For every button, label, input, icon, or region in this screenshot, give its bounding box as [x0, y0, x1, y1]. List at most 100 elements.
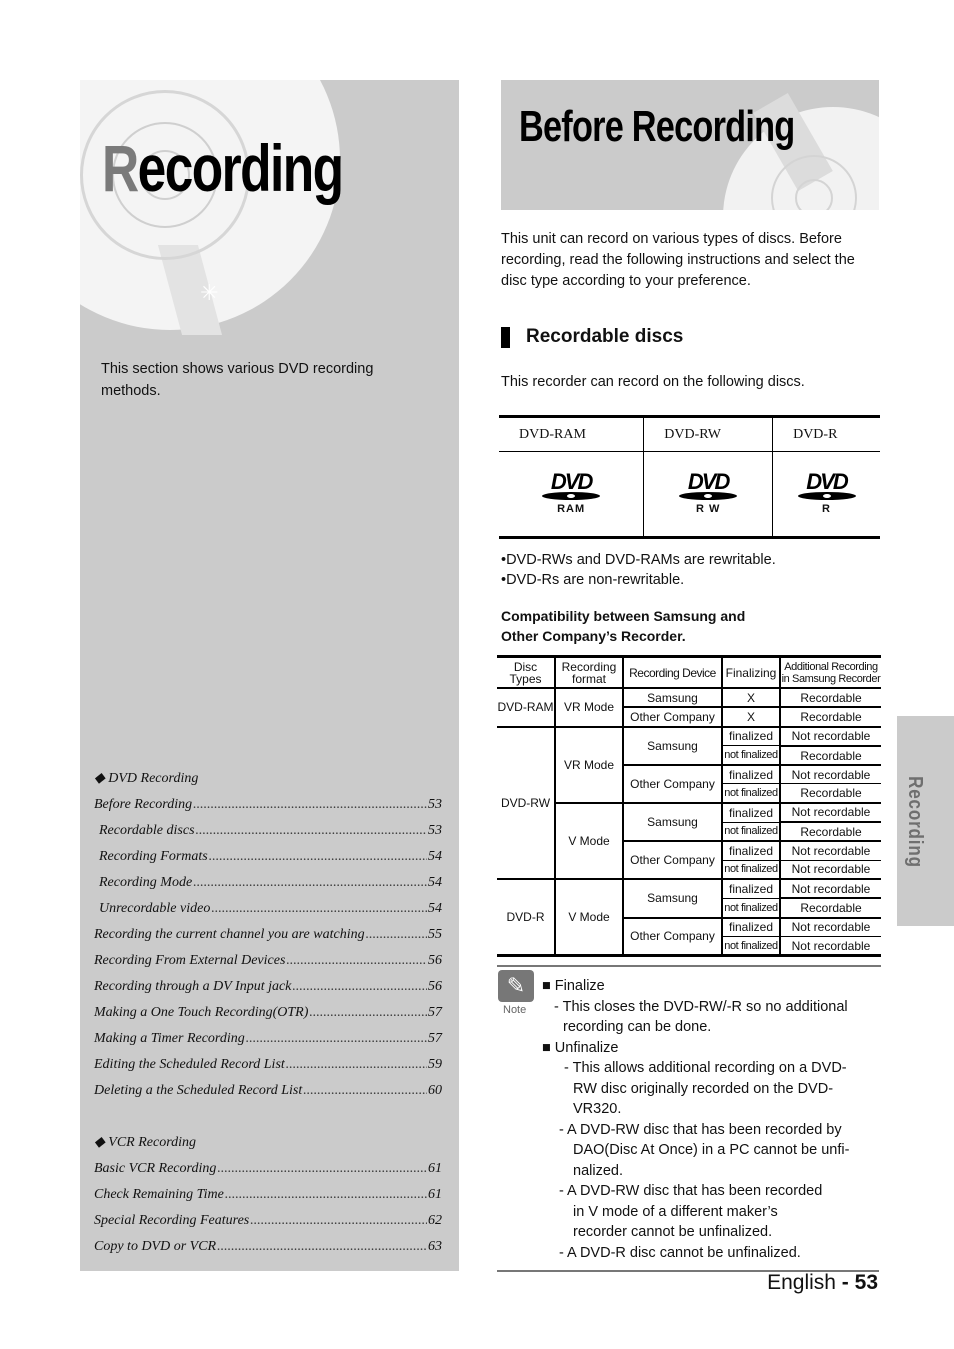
toc-leader-dots — [246, 1026, 427, 1052]
section-header-banner: Before Recording — [501, 80, 879, 210]
toc-entry[interactable]: Editing the Scheduled Record List 59 — [94, 1052, 442, 1078]
finalizing-value: finalized — [721, 878, 780, 899]
result-value: Not recordable — [779, 726, 881, 747]
col-additional-recording: Additional Recording in Samsung Recorder — [779, 656, 881, 689]
dvd-ram-logo-icon: DVD RAM — [542, 470, 601, 515]
side-tab-recording: Recording — [897, 716, 954, 926]
toc-entry-title: Check Remaining Time — [94, 1187, 224, 1202]
toc-leader-dots — [209, 844, 427, 870]
toc-entry[interactable]: Making a One Touch Recording(OTR) 57 — [94, 1000, 442, 1026]
toc-entry-page: 53 — [428, 823, 442, 838]
toc-entry[interactable]: Recording From External Devices 56 — [94, 948, 442, 974]
toc-entry-title: Making a Timer Recording — [94, 1031, 245, 1046]
toc-entry-page: 62 — [428, 1213, 442, 1228]
device-samsung: Samsung — [622, 688, 722, 709]
finalizing-value: not finalized — [721, 822, 780, 843]
note-divider — [497, 965, 881, 967]
disc-dvd-ram: DVD-RAM — [497, 688, 555, 728]
page-intro: This unit can record on various types of… — [501, 231, 855, 289]
note-body: ■ Finalize - This closes the DVD-RW/-R s… — [542, 978, 850, 1261]
finalizing-value: not finalized — [721, 898, 780, 919]
result-value: Not recordable — [779, 917, 881, 937]
finalizing-value: not finalized — [721, 745, 780, 767]
result-value: Recordable — [779, 783, 881, 804]
format-vr-mode: VR Mode — [554, 688, 623, 728]
toc-entry-page: 54 — [428, 849, 442, 864]
device-other: Other Company — [622, 765, 722, 804]
toc-leader-dots — [366, 922, 427, 948]
result-value: Not recordable — [779, 802, 881, 824]
toc-leader-dots — [292, 974, 427, 1000]
toc-leader-dots — [196, 818, 427, 844]
toc-entry-page: 54 — [428, 901, 442, 916]
toc-entry-title: Recording From External Devices — [94, 953, 286, 968]
format-v-mode: V Mode — [554, 878, 623, 956]
toc-entry-title: Before Recording — [94, 797, 193, 812]
toc-leader-dots — [217, 1156, 427, 1182]
pencil-note-icon: ✎ — [498, 970, 534, 1002]
chapter-title: Recording — [102, 131, 344, 205]
toc-entry-page: 55 — [428, 927, 442, 942]
toc-leader-dots — [217, 1234, 427, 1260]
heading-bar-icon — [501, 326, 510, 348]
toc-entry[interactable]: Copy to DVD or VCR 63 — [94, 1234, 442, 1260]
toc-entry-page: 59 — [428, 1057, 442, 1072]
device-samsung: Samsung — [622, 726, 722, 767]
finalizing-value: not finalized — [721, 783, 780, 804]
toc-entry[interactable]: Unrecordable video 54 — [94, 896, 442, 922]
toc-entry-title: Deleting a the Scheduled Record List — [94, 1083, 303, 1098]
device-samsung: Samsung — [622, 802, 722, 843]
disc-dvd-r: DVD-R — [506, 910, 545, 925]
toc-leader-dots — [193, 870, 427, 896]
toc-leader-dots — [286, 1052, 427, 1078]
finalizing-value: finalized — [721, 765, 780, 785]
toc-leader-dots — [225, 1182, 427, 1208]
toc-section-heading: ◆ DVD Recording — [94, 771, 199, 786]
col-finalizing: Finalizing — [721, 656, 780, 689]
toc-entry[interactable]: Check Remaining Time 61 — [94, 1182, 442, 1208]
toc-entry[interactable]: Recording Formats 54 — [94, 844, 442, 870]
note-label: Note — [503, 1004, 527, 1016]
toc-entry-title: Recordable discs — [99, 823, 195, 838]
section-intro: This recorder can record on the followin… — [501, 374, 805, 390]
toc-entry[interactable]: Special Recording Features 62 — [94, 1208, 442, 1234]
finalizing-value: finalized — [721, 802, 780, 823]
toc-entry-page: 54 — [428, 875, 442, 890]
toc-entry-title: Making a One Touch Recording(OTR) — [94, 1005, 309, 1020]
result-value: Recordable — [779, 688, 881, 709]
dvd-r-logo-icon: DVD R — [797, 470, 856, 515]
toc-leader-dots — [309, 1000, 427, 1026]
compatibility-title: Compatibility between Samsung and Other … — [501, 608, 746, 644]
toc-entry-page: 57 — [428, 1031, 442, 1046]
toc-leader-dots — [303, 1078, 427, 1104]
toc-leader-dots — [211, 896, 427, 922]
toc-entry[interactable]: Recording Mode 54 — [94, 870, 442, 896]
result-value: Not recordable — [779, 860, 881, 880]
toc-entry[interactable]: Basic VCR Recording 61 — [94, 1156, 442, 1182]
toc-entry[interactable]: Before Recording 53 — [94, 792, 442, 818]
format-v-mode: V Mode — [554, 802, 623, 880]
toc-entry-page: 61 — [428, 1161, 442, 1176]
disc-header-rw: DVD-RW — [643, 416, 773, 452]
toc-entry[interactable]: Deleting a the Scheduled Record List 60 — [94, 1078, 442, 1104]
toc-leader-dots — [286, 948, 427, 974]
finalizing-value: finalized — [721, 841, 780, 861]
toc-entry-page: 63 — [428, 1239, 442, 1254]
finalizing-value: X — [721, 688, 780, 709]
toc-entry-page: 56 — [428, 953, 442, 968]
result-value: Not recordable — [779, 878, 881, 900]
finalizing-value: not finalized — [721, 860, 780, 880]
toc-entry[interactable]: Recordable discs 53 — [94, 818, 442, 844]
result-value: Recordable — [779, 707, 881, 728]
format-vr-mode: VR Mode — [554, 726, 623, 804]
toc-vcr-recording: ◆ VCR Recording Basic VCR Recording61Che… — [94, 1130, 442, 1260]
finalizing-value: not finalized — [721, 936, 780, 956]
recordable-discs-table: DVD-RAM DVD-RW DVD-R DVD RAM DVD R W DVD R — [499, 415, 880, 539]
disc-header-r: DVD-R — [772, 416, 880, 452]
toc-entry-title: Unrecordable video — [99, 901, 211, 916]
toc-entry[interactable]: Making a Timer Recording 57 — [94, 1026, 442, 1052]
rewritable-notes: •DVD-RWs and DVD-RAMs are rewritable. •D… — [501, 552, 776, 588]
disc-dvd-rw: DVD-RW — [497, 726, 555, 880]
toc-entry[interactable]: Recording through a DV Input jack 56 — [94, 974, 442, 1000]
toc-entry[interactable]: Recording the current channel you are wa… — [94, 922, 442, 948]
